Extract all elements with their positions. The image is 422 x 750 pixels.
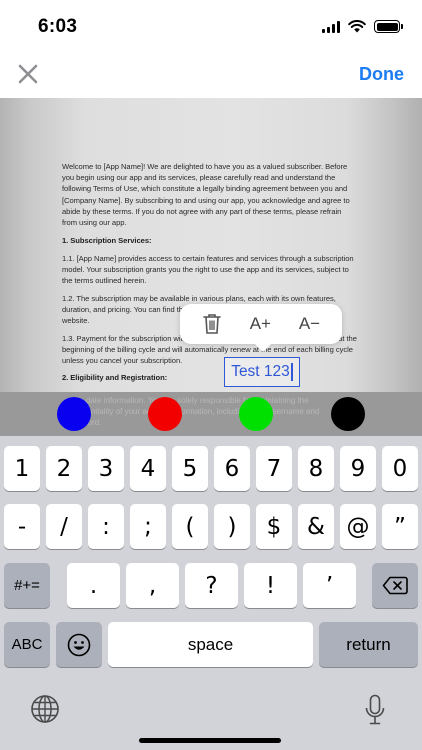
key[interactable]: 5 <box>172 446 208 491</box>
status-bar: 6:03 <box>0 0 422 52</box>
increase-font-button[interactable]: A+ <box>250 314 271 334</box>
document-heading: 1. Subscription Services: <box>62 235 152 245</box>
emoji-key[interactable] <box>56 622 102 667</box>
done-button[interactable]: Done <box>359 64 404 85</box>
color-green-swatch[interactable] <box>239 397 273 431</box>
trash-icon <box>203 314 221 334</box>
return-key[interactable]: return <box>319 622 418 667</box>
color-blue-swatch[interactable] <box>57 397 91 431</box>
globe-icon <box>31 695 59 723</box>
document-heading: 2. Eligibility and Registration: <box>62 373 168 383</box>
text-cursor <box>290 363 293 381</box>
key[interactable]: ( <box>172 504 208 549</box>
keyboard: 1234567890 - /:;() $ & @” #+= .,?!’ ABC spac… <box>0 436 422 750</box>
document-strip-line: up-to-date information. You are solely r… <box>65 396 309 405</box>
text-edit-popup: A+ A− <box>180 304 342 352</box>
key[interactable]: . <box>67 563 120 608</box>
key[interactable]: 0 <box>382 446 418 491</box>
battery-icon <box>374 20 403 33</box>
document-text: Welcome to [App Name]! We are delighted … <box>62 161 358 391</box>
key[interactable]: ! <box>244 563 297 608</box>
key[interactable]: / <box>46 504 82 549</box>
nav-bar: Done <box>0 52 422 98</box>
key[interactable]: $ <box>256 504 292 549</box>
cellular-signal-icon <box>322 20 340 33</box>
key[interactable]: ; <box>130 504 166 549</box>
key[interactable]: , <box>126 563 179 608</box>
key[interactable]: 1 <box>4 446 40 491</box>
backspace-key[interactable] <box>372 563 418 608</box>
color-black-swatch[interactable] <box>331 397 365 431</box>
text-annotation-box[interactable]: Test 123 <box>224 357 300 387</box>
status-time: 6:03 <box>38 16 78 37</box>
key[interactable]: 6 <box>214 446 250 491</box>
color-picker-strip: up-to-date information. You are solely r… <box>0 392 422 436</box>
text-annotation-value: Test 123 <box>231 363 290 380</box>
home-indicator <box>139 738 281 743</box>
globe-button[interactable] <box>30 694 60 729</box>
key[interactable]: ) <box>214 504 250 549</box>
key[interactable]: 8 <box>298 446 334 491</box>
document-image: Welcome to [App Name]! We are delighted … <box>0 98 422 392</box>
wifi-icon <box>348 20 366 33</box>
key[interactable]: 7 <box>256 446 292 491</box>
key[interactable]: 2 <box>46 446 82 491</box>
key[interactable]: 9 <box>340 446 376 491</box>
close-button[interactable] <box>14 60 42 88</box>
key[interactable]: & <box>298 504 334 549</box>
decrease-font-button[interactable]: A− <box>299 314 320 334</box>
emoji-icon <box>67 633 91 656</box>
key[interactable]: : <box>88 504 124 549</box>
backspace-icon <box>382 576 408 595</box>
key[interactable]: 4 <box>130 446 166 491</box>
key[interactable]: @ <box>340 504 376 549</box>
status-icons <box>322 20 403 33</box>
more-symbols-key[interactable]: #+= <box>4 563 50 608</box>
close-x-icon <box>18 64 38 84</box>
document-paragraph: 1.1. [App Name] provides access to certa… <box>62 253 354 286</box>
delete-text-button[interactable] <box>202 313 222 335</box>
key[interactable]: 3 <box>88 446 124 491</box>
key[interactable]: ? <box>185 563 238 608</box>
dictation-button[interactable] <box>364 694 386 731</box>
document-paragraph: Welcome to [App Name]! We are delighted … <box>62 162 350 228</box>
document-strip-line: confidentiality of your account informat… <box>65 407 320 416</box>
key[interactable]: ’ <box>303 563 356 608</box>
key[interactable]: ” <box>382 504 418 549</box>
abc-key[interactable]: ABC <box>4 622 50 667</box>
space-key[interactable]: space <box>108 622 313 667</box>
microphone-icon <box>365 694 385 725</box>
key[interactable]: - <box>4 504 40 549</box>
color-red-swatch[interactable] <box>148 397 182 431</box>
